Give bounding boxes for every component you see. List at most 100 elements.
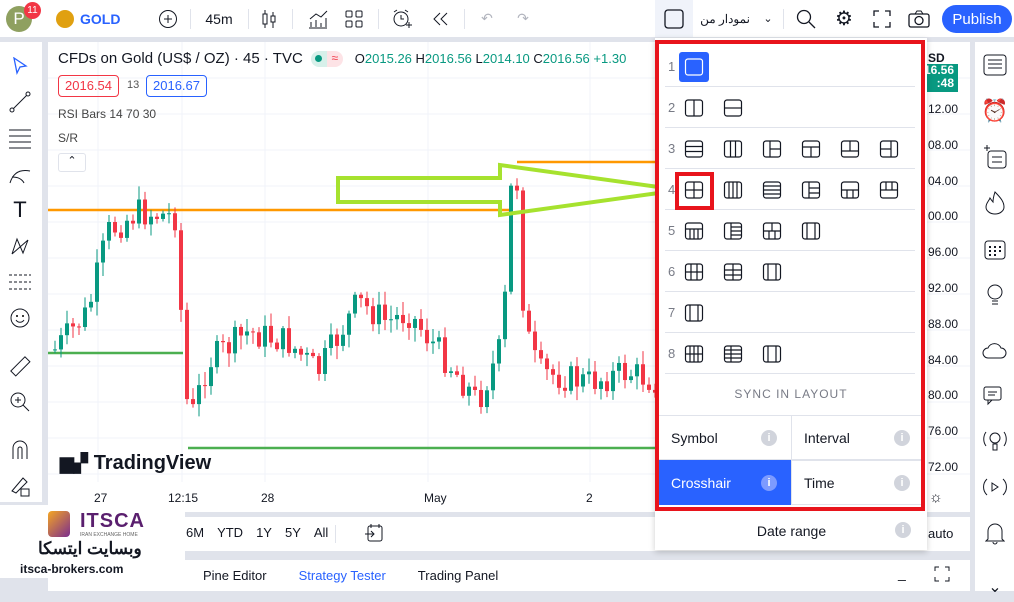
notifications-bell-icon[interactable]	[980, 518, 1010, 548]
user-avatar[interactable]: P 11	[4, 0, 41, 37]
layout-option-2-2-icon[interactable]	[721, 96, 745, 120]
tab-pine-editor[interactable]: Pine Editor	[203, 568, 267, 583]
indicator-sr[interactable]: S/R	[58, 131, 78, 145]
emoji-icon[interactable]	[6, 304, 34, 332]
layout-option-3-3-icon[interactable]	[760, 137, 784, 161]
candle-body	[197, 385, 201, 405]
tab-trading-panel[interactable]: Trading Panel	[418, 568, 498, 583]
auto-scale-toggle[interactable]: auto	[928, 526, 953, 541]
range-ytd[interactable]: YTD	[217, 525, 243, 540]
publish-button[interactable]: Publish	[942, 5, 1012, 33]
range-5y[interactable]: 5Y	[285, 525, 301, 540]
layout-option-4-5-icon[interactable]	[838, 178, 862, 202]
broadcast-play-icon[interactable]	[980, 472, 1010, 502]
layout-option-5-4-icon[interactable]	[799, 219, 823, 243]
text-icon[interactable]: T	[6, 196, 34, 224]
minimize-panel-icon[interactable]: _	[898, 565, 906, 581]
maximize-panel-icon[interactable]	[934, 566, 950, 587]
streams-icon[interactable]	[980, 426, 1010, 456]
itsca-brand: ITSCA	[80, 510, 145, 532]
cursor-icon[interactable]	[6, 52, 34, 80]
layout-option-4-4-icon[interactable]	[799, 178, 823, 202]
fullscreen-icon[interactable]	[868, 0, 896, 37]
range-all[interactable]: All	[314, 525, 328, 540]
range-1y[interactable]: 1Y	[256, 525, 272, 540]
layout-option-3-2-icon[interactable]	[721, 137, 745, 161]
templates-icon[interactable]	[340, 0, 368, 37]
candle-body	[383, 304, 387, 320]
layout-option-8-1-icon[interactable]	[682, 342, 706, 366]
ideas-bulb-icon[interactable]	[980, 280, 1010, 310]
candle-body	[479, 389, 483, 408]
layout-option-8-2-icon[interactable]	[721, 342, 745, 366]
zoom-in-icon[interactable]	[6, 388, 34, 416]
layout-option-5-3-icon[interactable]	[760, 219, 784, 243]
layout-option-1-1-icon[interactable]	[679, 52, 709, 82]
interval-button[interactable]: 45m	[198, 0, 240, 37]
undo-icon[interactable]: ↶	[474, 0, 500, 37]
magnet-icon[interactable]	[6, 436, 34, 464]
layout-option-3-6-icon[interactable]	[877, 137, 901, 161]
layout-option-4-3-icon[interactable]	[760, 178, 784, 202]
symbol-title[interactable]: CFDs on Gold (US$ / OZ) · 45 · TVC	[58, 50, 303, 67]
layout-option-3-5-icon[interactable]	[838, 137, 862, 161]
calendar-icon[interactable]	[980, 234, 1010, 264]
layout-option-3-4-icon[interactable]	[799, 137, 823, 161]
layout-option-5-2-icon[interactable]	[721, 219, 745, 243]
lock-drawings-icon[interactable]	[6, 472, 34, 500]
sync-interval[interactable]: Interval i	[791, 415, 925, 460]
spread-value: 13	[127, 79, 140, 91]
fib-retracement-icon[interactable]	[6, 124, 34, 152]
replay-icon[interactable]	[426, 0, 454, 37]
layout-option-6-3-icon[interactable]	[760, 260, 784, 284]
brush-icon[interactable]	[6, 160, 34, 188]
prediction-icon[interactable]	[6, 268, 34, 296]
layout-option-4-2-icon[interactable]	[721, 178, 745, 202]
search-icon[interactable]	[792, 0, 820, 37]
sell-button[interactable]: 2016.54	[58, 75, 119, 97]
indicators-icon[interactable]	[304, 0, 332, 37]
layout-option-2-1-icon[interactable]	[682, 96, 706, 120]
layout-row-number: 5	[668, 223, 676, 238]
watchlist-icon[interactable]	[980, 50, 1010, 80]
layout-option-7-1-icon[interactable]	[682, 301, 706, 325]
layout-option-6-1-icon[interactable]	[682, 260, 706, 284]
candle-body	[119, 232, 123, 238]
camera-icon[interactable]	[904, 0, 934, 37]
layout-select-button[interactable]	[655, 0, 693, 37]
gear-icon[interactable]: ⚙	[830, 0, 858, 37]
candles-chart-type-icon[interactable]	[256, 0, 282, 37]
hotlist-flame-icon[interactable]	[980, 188, 1010, 218]
alarm-clock-icon[interactable]: ⏰	[980, 96, 1010, 126]
ruler-icon[interactable]	[6, 352, 34, 380]
indicator-rsi-bars[interactable]: RSI Bars 14 70 30	[58, 107, 156, 121]
range-6m[interactable]: 6M	[186, 525, 204, 540]
trendline-icon[interactable]	[6, 88, 34, 116]
axis-settings-icon[interactable]: ☼	[929, 489, 943, 506]
alert-add-icon[interactable]	[388, 0, 416, 37]
market-status-badge[interactable]: ≈	[310, 50, 343, 67]
chats-icon[interactable]	[980, 382, 1010, 412]
chevron-down-icon[interactable]: ⌄	[980, 572, 1010, 602]
layout-option-3-1-icon[interactable]	[682, 137, 706, 161]
redo-icon[interactable]: ↷	[510, 0, 536, 37]
chat-cloud-icon[interactable]	[980, 336, 1010, 366]
layout-option-4-6-icon[interactable]	[877, 178, 901, 202]
add-note-icon[interactable]	[980, 142, 1010, 172]
layout-option-5-1-icon[interactable]	[682, 219, 706, 243]
sync-crosshair[interactable]: Crosshair i	[658, 460, 792, 505]
sync-symbol[interactable]: Symbol i	[658, 415, 792, 460]
compare-add-icon[interactable]	[154, 0, 182, 37]
symbol-search-button[interactable]: GOLD	[56, 0, 122, 37]
buy-button[interactable]: 2016.67	[146, 75, 207, 97]
chevron-down-icon[interactable]: ⌄	[758, 0, 778, 37]
tab-strategy-tester[interactable]: Strategy Tester	[299, 568, 386, 583]
goto-date-icon[interactable]	[365, 523, 383, 548]
layout-name[interactable]: نمودار من	[700, 0, 750, 37]
pattern-icon[interactable]	[6, 232, 34, 260]
sync-time[interactable]: Time i	[791, 460, 925, 505]
sync-date-range[interactable]: Date range i	[658, 508, 925, 553]
collapse-legend-button[interactable]: ⌃	[58, 153, 86, 172]
layout-option-6-2-icon[interactable]	[721, 260, 745, 284]
layout-option-8-3-icon[interactable]	[760, 342, 784, 366]
